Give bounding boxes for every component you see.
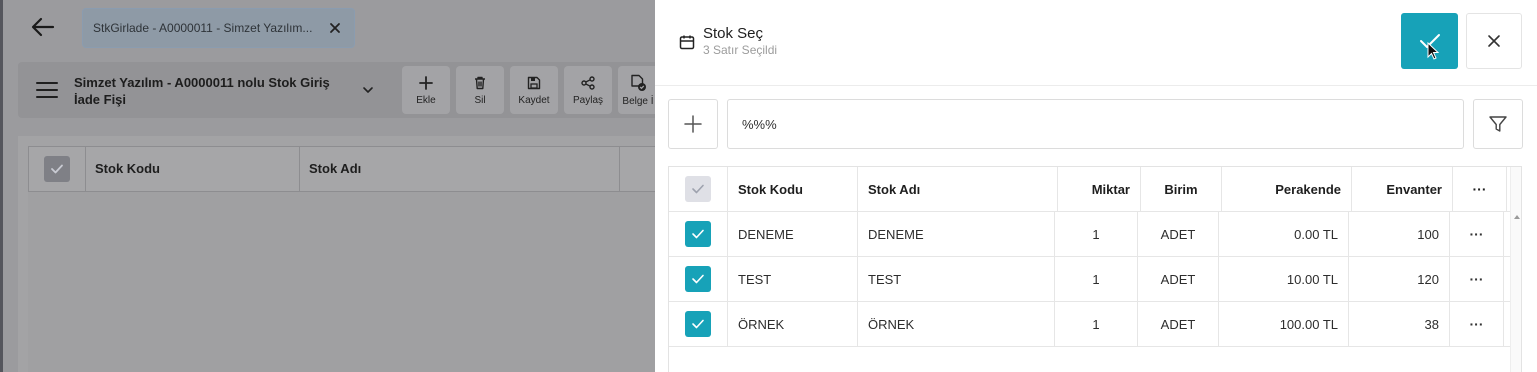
- plus-icon: [684, 115, 702, 133]
- close-button[interactable]: [1466, 13, 1522, 69]
- row-options-button[interactable]: ···: [1450, 302, 1504, 346]
- close-icon: [330, 23, 340, 33]
- cell-stock-name: TEST: [858, 257, 1055, 301]
- selection-count: 3 Satır Seçildi: [703, 43, 778, 57]
- calendar-icon: [679, 35, 695, 50]
- table-row[interactable]: DENEME DENEME 1 ADET 0.00 TL 100 ···: [669, 212, 1521, 257]
- cell-stock-code: ÖRNEK: [728, 302, 858, 346]
- cell-quantity: 1: [1055, 302, 1138, 346]
- stock-grid: Stok Kodu Stok Adı Miktar Birim Perakend…: [668, 166, 1522, 372]
- grid-header: Stok Kodu Stok Adı Miktar Birim Perakend…: [669, 167, 1521, 212]
- column-header-stock-name[interactable]: Stok Adı: [309, 161, 361, 176]
- row-options-button[interactable]: ···: [1450, 257, 1504, 301]
- cell-stock-name: ÖRNEK: [858, 302, 1055, 346]
- select-all-checkbox[interactable]: [44, 156, 70, 182]
- hamburger-menu-button[interactable]: [36, 80, 58, 100]
- cell-unit: ADET: [1138, 257, 1219, 301]
- add-button[interactable]: Ekle: [402, 66, 450, 114]
- share-button[interactable]: Paylaş: [564, 66, 612, 114]
- column-separator: [85, 147, 86, 191]
- column-options-button[interactable]: ···: [1453, 167, 1507, 211]
- delete-button-label: Sil: [474, 94, 486, 106]
- column-header-retail[interactable]: Perakende: [1222, 167, 1352, 211]
- filter-button[interactable]: [1473, 99, 1523, 149]
- table-row[interactable]: ÖRNEK ÖRNEK 1 ADET 100.00 TL 38 ···: [669, 302, 1521, 347]
- cell-inventory: 38: [1349, 302, 1450, 346]
- select-all-checkbox[interactable]: [685, 176, 711, 202]
- check-icon: [692, 319, 704, 329]
- cell-stock-name: DENEME: [858, 212, 1055, 256]
- column-separator: [299, 147, 300, 191]
- check-icon: [692, 229, 704, 239]
- delete-button[interactable]: Sil: [456, 66, 504, 114]
- cell-inventory: 100: [1349, 212, 1450, 256]
- column-header-stock-code[interactable]: Stok Kodu: [95, 161, 160, 176]
- cell-inventory: 120: [1349, 257, 1450, 301]
- confirm-button[interactable]: [1401, 13, 1458, 69]
- row-options-button[interactable]: ···: [1450, 212, 1504, 256]
- document-button[interactable]: Belge İ: [618, 66, 658, 114]
- arrow-left-icon: [31, 17, 55, 37]
- back-button[interactable]: [28, 12, 58, 42]
- background-grid-body: [28, 192, 658, 372]
- window-edge: [0, 0, 3, 372]
- cell-retail: 10.00 TL: [1219, 257, 1349, 301]
- plus-icon: [419, 75, 433, 90]
- row-select-cell: [669, 302, 728, 346]
- column-header-inventory[interactable]: Envanter: [1352, 167, 1453, 211]
- cell-stock-code: TEST: [728, 257, 858, 301]
- close-icon: [1488, 35, 1500, 47]
- panel-header: Stok Seç 3 Satır Seçildi: [655, 0, 1537, 86]
- document-title: Simzet Yazılım - A0000011 nolu Stok Giri…: [74, 75, 330, 107]
- panel-title: Stok Seç: [703, 25, 764, 42]
- row-checkbox[interactable]: [685, 221, 711, 247]
- row-select-cell: [669, 212, 728, 256]
- save-icon: [527, 76, 541, 89]
- cell-quantity: 1: [1055, 257, 1138, 301]
- add-button-label: Ekle: [416, 94, 436, 106]
- share-button-label: Paylaş: [572, 94, 603, 106]
- cell-quantity: 1: [1055, 212, 1138, 256]
- table-row[interactable]: TEST TEST 1 ADET 10.00 TL 120 ···: [669, 257, 1521, 302]
- cell-retail: 0.00 TL: [1219, 212, 1349, 256]
- column-header-quantity[interactable]: Miktar: [1058, 167, 1141, 211]
- column-header-stock-code[interactable]: Stok Kodu: [728, 167, 858, 211]
- cell-stock-code: DENEME: [728, 212, 858, 256]
- row-checkbox[interactable]: [685, 311, 711, 337]
- tab-close-button[interactable]: [325, 18, 345, 38]
- save-button-label: Kaydet: [518, 94, 550, 106]
- document-tab-label: StkGirlade - A0000011 - Simzet Yazılım..…: [93, 21, 313, 35]
- column-header-unit[interactable]: Birim: [1141, 167, 1222, 211]
- check-icon: [692, 184, 704, 194]
- cell-unit: ADET: [1138, 212, 1219, 256]
- document-tab[interactable]: StkGirlade - A0000011 - Simzet Yazılım..…: [82, 8, 355, 48]
- column-header-stock-name[interactable]: Stok Adı: [858, 167, 1058, 211]
- document-button-label: Belge İ: [622, 95, 654, 107]
- stock-select-panel: Stok Seç 3 Satır Seçildi %%% Stok Kodu S…: [655, 0, 1537, 372]
- cell-unit: ADET: [1138, 302, 1219, 346]
- trash-icon: [475, 76, 485, 89]
- scroll-up-icon[interactable]: [1514, 215, 1520, 219]
- grid-scrollbar[interactable]: [1510, 167, 1521, 372]
- mouse-cursor-icon: [1427, 42, 1439, 60]
- chevron-down-icon[interactable]: [360, 82, 376, 98]
- share-icon: [581, 75, 595, 90]
- search-input[interactable]: [727, 99, 1464, 149]
- row-select-cell: [669, 257, 728, 301]
- document-check-icon: [631, 74, 646, 91]
- check-icon: [51, 164, 63, 174]
- column-separator: [619, 147, 620, 191]
- add-stock-button[interactable]: [668, 99, 718, 149]
- row-checkbox[interactable]: [685, 266, 711, 292]
- cell-retail: 100.00 TL: [1219, 302, 1349, 346]
- save-button[interactable]: Kaydet: [510, 66, 558, 114]
- filter-icon: [1489, 116, 1507, 132]
- select-all-cell: [669, 167, 728, 211]
- check-icon: [692, 274, 704, 284]
